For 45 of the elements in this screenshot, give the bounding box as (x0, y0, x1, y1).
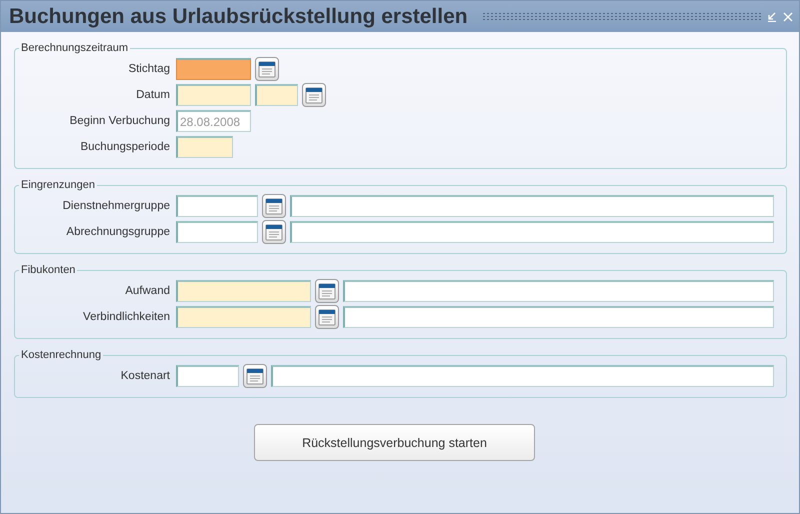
field-label: Beginn Verbuchung (68, 115, 170, 127)
lookup-button[interactable] (315, 279, 339, 303)
calendar-icon (305, 86, 323, 104)
section-title: Eingrenzungen (20, 179, 96, 191)
calendar-icon (265, 224, 283, 240)
input-field[interactable] (176, 221, 258, 243)
start-button[interactable]: Rückstellungsverbuchung starten (254, 424, 535, 461)
input-field[interactable] (255, 84, 298, 106)
input-field[interactable] (176, 280, 311, 302)
field-label: Abrechnungsgruppe (65, 226, 170, 238)
calendar-icon (318, 308, 336, 326)
description-field[interactable] (343, 280, 774, 302)
lookup-button[interactable] (315, 305, 339, 329)
lookup-button[interactable] (302, 83, 326, 107)
field-label: Verbindlichkeiten (82, 311, 170, 323)
description-field[interactable] (290, 195, 774, 217)
description-field[interactable] (343, 306, 774, 328)
lookup-button[interactable] (243, 364, 267, 388)
input-field[interactable] (176, 58, 251, 80)
close-icon[interactable] (783, 12, 793, 22)
calendar-icon (258, 60, 276, 78)
description-field[interactable] (290, 221, 774, 243)
input-field[interactable] (176, 306, 311, 328)
input-field[interactable] (176, 365, 239, 387)
window-title: Buchungen aus Urlaubsrückstellung erstellen (9, 4, 468, 28)
lookup-button[interactable] (262, 194, 286, 218)
lookup-button[interactable] (262, 220, 286, 244)
field-label: Datum (135, 89, 170, 101)
field-label: Dienstnehmergruppe (62, 200, 170, 212)
minimize-icon[interactable] (767, 12, 777, 22)
field-label: Kostenart (120, 370, 170, 382)
calendar-icon (265, 198, 283, 214)
section-title: Kostenrechnung (20, 349, 102, 361)
section-title: Fibukonten (20, 264, 76, 276)
calendar-icon (318, 282, 336, 300)
calendar-icon (246, 368, 264, 384)
lookup-button[interactable] (255, 57, 279, 81)
input-field[interactable] (176, 136, 233, 158)
field-label: Stichtag (127, 63, 170, 75)
field-label: Aufwand (124, 285, 170, 297)
input-field[interactable] (176, 195, 258, 217)
section-title: Berechnungszeitraum (20, 42, 130, 54)
field-label: Buchungsperiode (79, 141, 170, 153)
input-field[interactable] (176, 84, 251, 106)
description-field[interactable] (271, 365, 774, 387)
